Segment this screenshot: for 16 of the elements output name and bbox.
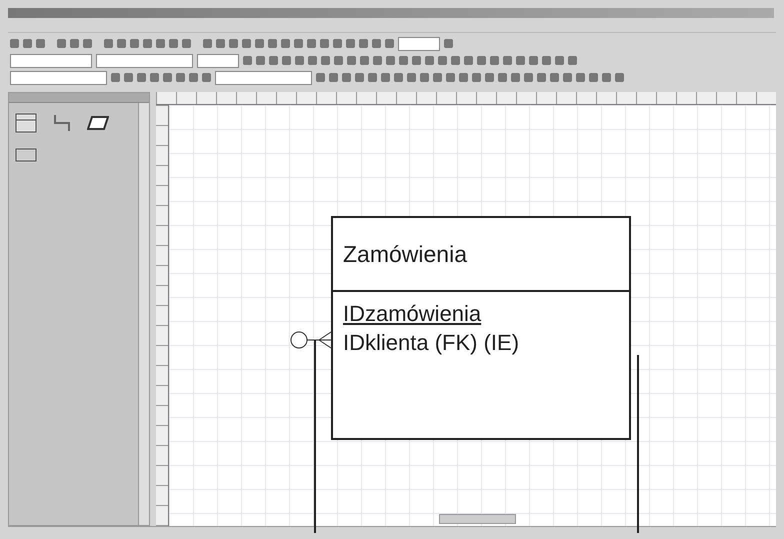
dropdown-field[interactable] bbox=[197, 54, 239, 68]
relationship-shape-icon[interactable] bbox=[51, 113, 73, 133]
dropdown-field[interactable] bbox=[10, 54, 92, 68]
dropdown-field[interactable] bbox=[10, 70, 107, 84]
scroll-thumb[interactable] bbox=[439, 514, 516, 524]
view-shape-icon[interactable] bbox=[87, 113, 109, 133]
table-shape-icon[interactable] bbox=[15, 113, 37, 133]
dropdown-field[interactable] bbox=[215, 70, 312, 84]
entity-table[interactable]: Zamówienia IDzamówienia IDklienta (FK) (IE) bbox=[331, 216, 631, 440]
dropdown-field[interactable] bbox=[398, 36, 440, 50]
attribute-field: IDklienta (FK) (IE) bbox=[343, 328, 619, 358]
scrollbar[interactable] bbox=[138, 103, 149, 525]
primary-key-field: IDzamówienia bbox=[343, 300, 619, 328]
note-shape-icon[interactable] bbox=[15, 147, 37, 163]
dropdown-field[interactable] bbox=[96, 54, 193, 68]
entity-name: Zamówienia bbox=[333, 218, 629, 292]
